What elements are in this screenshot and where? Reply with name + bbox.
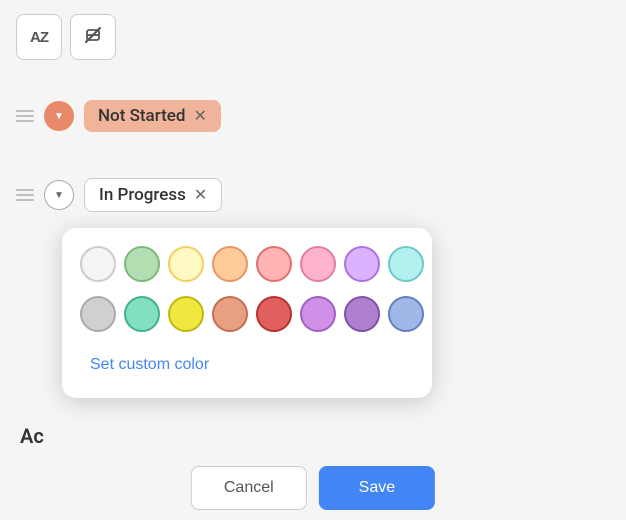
chevron-down-icon-2: ▼ <box>54 190 64 201</box>
color-swatch-red-light[interactable] <box>256 246 292 282</box>
color-picker-popup: Set custom color <box>62 228 432 398</box>
tag-in-progress-remove[interactable]: ✕ <box>194 187 207 203</box>
set-custom-color-button[interactable]: Set custom color <box>80 346 414 384</box>
row-in-progress: ▼ In Progress ✕ <box>16 178 222 212</box>
az-sort-button[interactable]: AZ <box>16 14 62 60</box>
color-grid-row1 <box>80 246 414 282</box>
drag-handle-1[interactable] <box>16 110 34 122</box>
color-swatch-salmon[interactable] <box>212 296 248 332</box>
az-icon: AZ <box>30 29 48 46</box>
row-not-started: ▼ Not Started ✕ <box>16 100 221 132</box>
circle-button-2[interactable]: ▼ <box>44 180 74 210</box>
add-label: Ac <box>20 424 44 448</box>
bottom-buttons: Cancel Save <box>191 466 435 510</box>
color-swatch-gray[interactable] <box>80 296 116 332</box>
toolbar: AZ <box>16 14 116 60</box>
tag-in-progress[interactable]: In Progress ✕ <box>84 178 222 212</box>
color-swatch-red[interactable] <box>256 296 292 332</box>
color-swatch-pink-light[interactable] <box>300 246 336 282</box>
color-swatch-green-light[interactable] <box>124 246 160 282</box>
color-grid-row2 <box>80 296 414 332</box>
color-swatch-cyan-light[interactable] <box>388 246 424 282</box>
strikethrough-icon <box>82 24 104 51</box>
tag-in-progress-label: In Progress <box>99 185 186 205</box>
color-swatch-lavender[interactable] <box>300 296 336 332</box>
color-swatch-yellow[interactable] <box>168 296 204 332</box>
cancel-button[interactable]: Cancel <box>191 466 307 510</box>
color-swatch-purple[interactable] <box>344 296 380 332</box>
color-swatch-white[interactable] <box>80 246 116 282</box>
strikethrough-button[interactable] <box>70 14 116 60</box>
color-swatch-purple-light[interactable] <box>344 246 380 282</box>
tag-not-started-label: Not Started <box>98 106 185 126</box>
tag-not-started[interactable]: Not Started ✕ <box>84 100 221 132</box>
tag-not-started-remove[interactable]: ✕ <box>193 108 206 124</box>
color-swatch-yellow-light[interactable] <box>168 246 204 282</box>
drag-handle-2[interactable] <box>16 189 34 201</box>
chevron-down-icon: ▼ <box>54 111 64 122</box>
save-button[interactable]: Save <box>319 466 435 510</box>
color-swatch-teal[interactable] <box>124 296 160 332</box>
color-swatch-orange-light[interactable] <box>212 246 248 282</box>
circle-button-1[interactable]: ▼ <box>44 101 74 131</box>
color-swatch-blue-light[interactable] <box>388 296 424 332</box>
